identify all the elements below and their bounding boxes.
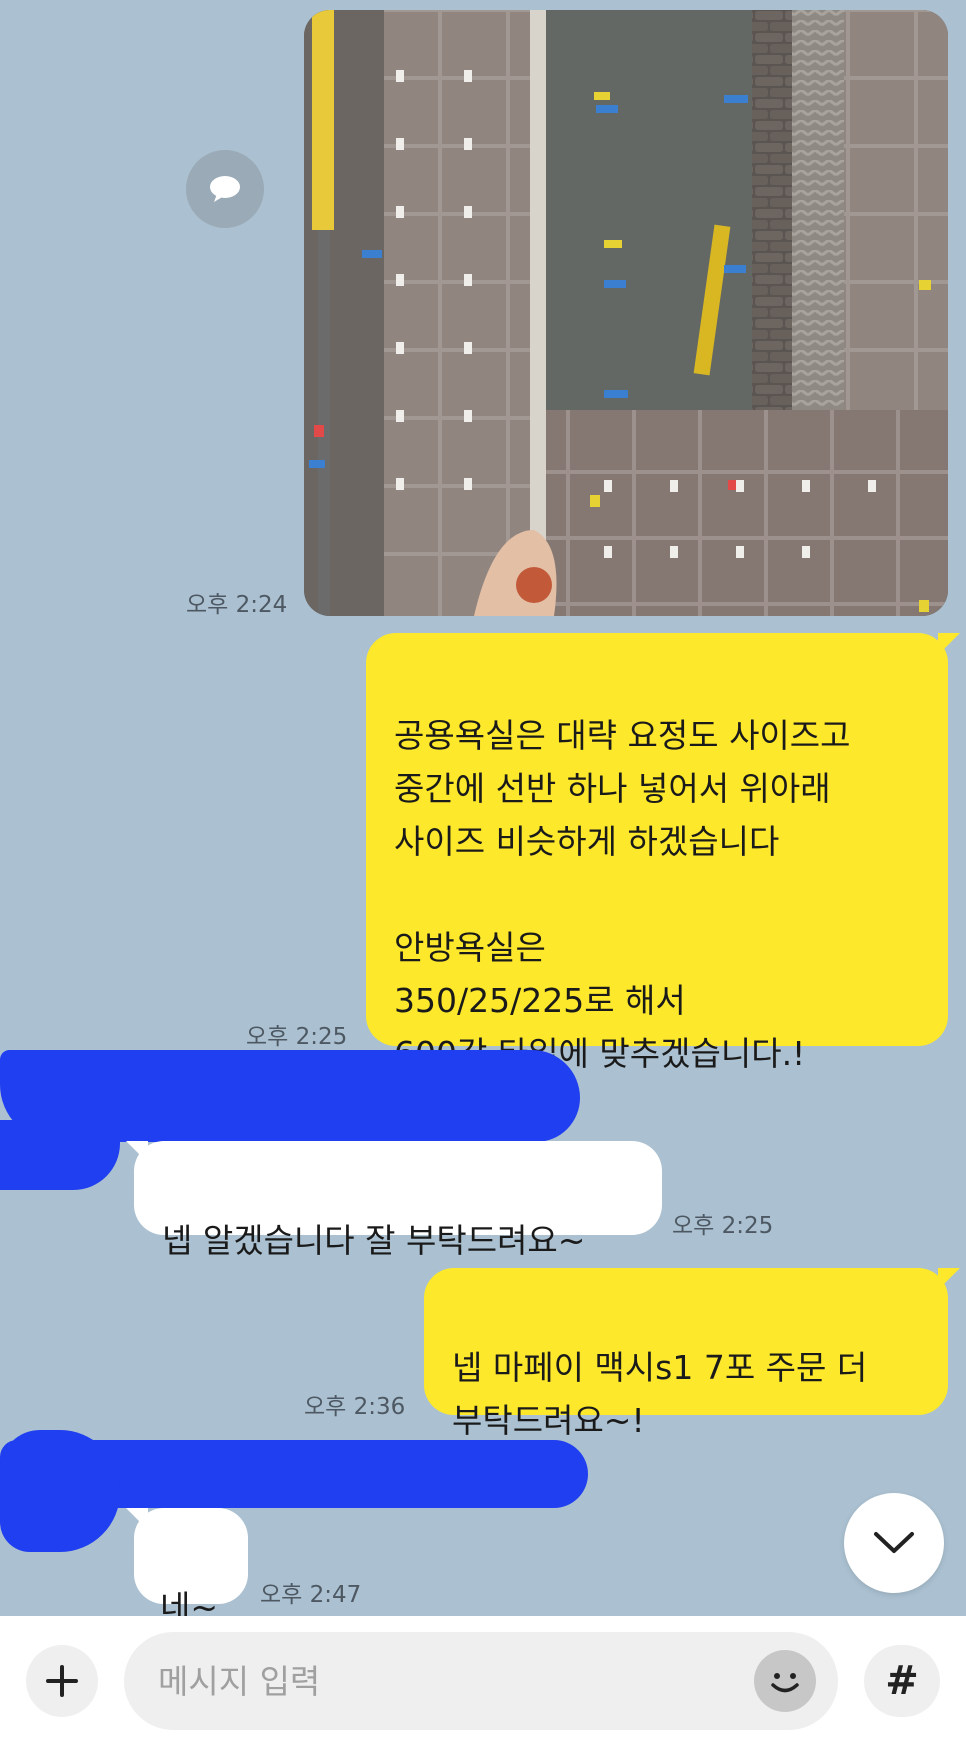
attach-button[interactable] — [26, 1645, 98, 1717]
shared-photo[interactable] — [304, 10, 948, 616]
bubble-tail — [126, 1508, 148, 1530]
message-time: 오후 2:36 — [304, 1394, 406, 1420]
bubble-tail — [938, 1268, 960, 1290]
message-time: 오후 2:47 — [260, 1582, 362, 1608]
smiley-icon — [771, 1673, 799, 1693]
redaction-mark — [0, 1430, 120, 1552]
plus-icon — [46, 1665, 78, 1697]
hash-label: # — [885, 1658, 919, 1704]
message-time: 오후 2:24 — [186, 592, 288, 618]
their-message-bubble[interactable]: 넵 알겠습니다 잘 부탁드려요~ — [134, 1141, 662, 1260]
message-input[interactable] — [156, 1654, 720, 1708]
hashtag-button[interactable]: # — [864, 1645, 940, 1717]
message-text: 넵 알겠습니다 잘 부탁드려요~ — [162, 1221, 586, 1260]
message-text: 넵 마페이 맥시s1 7포 주문 더 부탁드려요~! — [452, 1348, 868, 1440]
bubble-tail — [938, 633, 960, 655]
emoji-button[interactable] — [754, 1650, 816, 1712]
message-time: 오후 2:25 — [672, 1213, 774, 1239]
message-composer: # — [0, 1616, 966, 1745]
share-button[interactable] — [186, 150, 264, 228]
message-time: 오후 2:25 — [246, 1024, 348, 1050]
my-message-bubble[interactable]: 넵 마페이 맥시s1 7포 주문 더 부탁드려요~! — [424, 1268, 948, 1440]
photo-image — [304, 10, 948, 616]
redaction-mark — [0, 1120, 120, 1190]
bubble-tail — [126, 1141, 148, 1163]
their-message-bubble[interactable]: 네~ — [134, 1508, 248, 1627]
my-message-bubble[interactable]: 공용욕실은 대략 요정도 사이즈고 중간에 선반 하나 넣어서 위아래 사이즈 … — [366, 633, 948, 1073]
message-text: 공용욕실은 대략 요정도 사이즈고 중간에 선반 하나 넣어서 위아래 사이즈 … — [394, 716, 851, 1073]
chat-area[interactable]: 오후 2:24 공용욕실은 대략 요정도 사이즈고 중간에 선반 하나 넣어서 … — [0, 0, 966, 1627]
chevron-down-icon — [874, 1532, 914, 1553]
message-input-container[interactable] — [124, 1632, 838, 1730]
scroll-to-bottom-button[interactable] — [844, 1493, 944, 1593]
speech-bubble-icon — [210, 176, 240, 202]
